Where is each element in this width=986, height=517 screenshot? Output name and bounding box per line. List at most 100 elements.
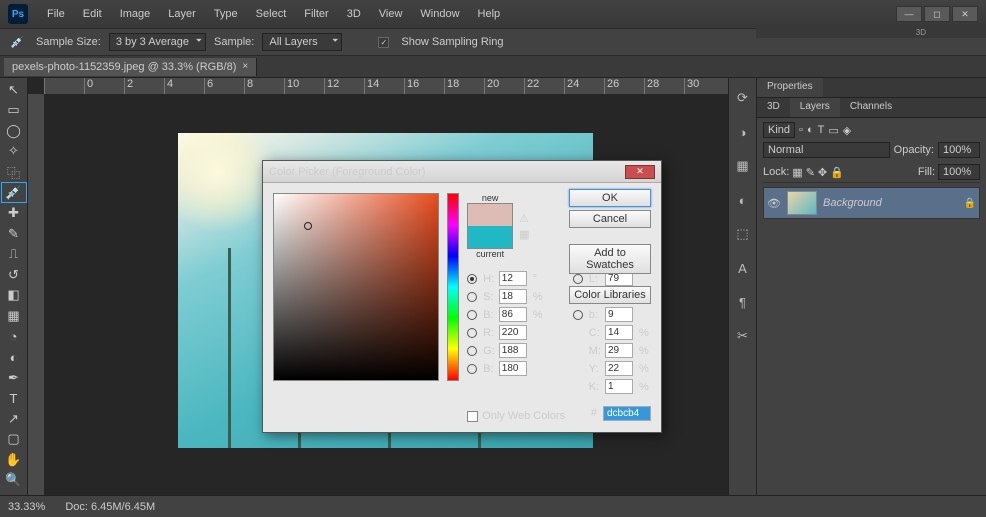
swatches-icon[interactable]: ▦ [733,156,753,176]
k-input[interactable] [605,379,633,394]
scissors-icon[interactable]: ✂ [733,326,753,346]
menu-image[interactable]: Image [111,4,160,24]
show-ring-checkbox[interactable]: ✓ [378,37,389,48]
lock-trans-icon[interactable]: ▦ [792,166,802,179]
m-input[interactable] [605,343,633,358]
color-cursor[interactable] [304,222,312,230]
lock-pos-icon[interactable]: ✥ [818,166,827,179]
history-icon[interactable]: ⟳ [733,88,753,108]
eraser-tool[interactable]: ◧ [2,286,26,306]
menu-help[interactable]: Help [469,4,510,24]
wand-tool[interactable]: ✧ [2,142,26,162]
eyedropper-tool[interactable]: 💉 [2,183,26,203]
minimize-button[interactable]: — [896,6,922,22]
k-label: K: [589,381,601,393]
blur-tool[interactable]: ◔ [2,327,26,347]
y-input[interactable] [605,361,633,376]
tab-3d[interactable]: 3D [757,98,790,117]
color-icon[interactable]: ◑ [733,122,753,142]
menu-window[interactable]: Window [411,4,468,24]
gradient-tool[interactable]: ▦ [2,306,26,326]
history-brush-tool[interactable]: ↺ [2,265,26,285]
type-tool[interactable]: T [2,388,26,408]
shape-tool[interactable]: ▢ [2,430,26,450]
radio-g[interactable] [467,346,477,356]
s-input[interactable] [499,289,527,304]
tab-channels[interactable]: Channels [840,98,902,117]
radio-bb[interactable] [467,364,477,374]
filter-type-icon[interactable]: T [818,124,825,136]
lasso-tool[interactable]: ◯ [2,121,26,141]
dialog-close-button[interactable]: ✕ [625,165,655,179]
adjustments-icon[interactable]: ◐ [733,190,753,210]
hue-slider[interactable] [447,193,460,381]
g-input[interactable] [499,343,527,358]
marquee-tool[interactable]: ▭ [2,101,26,121]
filter-smart-icon[interactable]: ◈ [843,124,851,137]
bv-input[interactable] [499,307,527,322]
zoom-tool[interactable]: 🔍 [2,471,26,491]
maximize-button[interactable]: ◻ [924,6,950,22]
menu-view[interactable]: View [370,4,412,24]
warning-icon[interactable]: ⚠ [519,212,529,225]
move-tool[interactable]: ↖ [2,80,26,100]
pen-tool[interactable]: ✒ [2,368,26,388]
brush-tool[interactable]: ✎ [2,224,26,244]
hand-tool[interactable]: ✋ [2,450,26,470]
h-input[interactable] [499,271,527,286]
lock-pixels-icon[interactable]: ✎ [806,166,815,179]
path-tool[interactable]: ↗ [2,409,26,429]
blend-mode-select[interactable]: Normal [763,142,890,158]
dodge-tool[interactable]: ◐ [2,347,26,367]
r-input[interactable] [499,325,527,340]
tab-layers[interactable]: Layers [790,98,840,117]
radio-b[interactable] [573,310,583,320]
sample-select[interactable]: All Layers [262,33,342,51]
dialog-titlebar[interactable]: Color Picker (Foreground Color) ✕ [263,161,661,183]
close-button[interactable]: ✕ [952,6,978,22]
paragraph-icon[interactable]: ¶ [733,292,753,312]
menu-layer[interactable]: Layer [159,4,205,24]
bb-input[interactable] [499,361,527,376]
stamp-tool[interactable]: ⎍ [2,245,26,265]
filter-adjust-icon[interactable]: ◐ [807,124,814,136]
radio-r[interactable] [467,328,477,338]
close-tab-icon[interactable]: × [242,61,248,72]
menu-select[interactable]: Select [247,4,296,24]
heal-tool[interactable]: ✚ [2,203,26,223]
zoom-level[interactable]: 33.33% [8,501,45,513]
b-input[interactable] [605,307,633,322]
color-libraries-button[interactable]: Color Libraries [569,286,651,304]
menu-filter[interactable]: Filter [295,4,337,24]
visibility-icon[interactable]: 👁 [767,197,781,210]
layer-row-background[interactable]: 👁 Background 🔒 [763,187,980,219]
menu-file[interactable]: File [38,4,74,24]
styles-icon[interactable]: ⬚ [733,224,753,244]
filter-shape-icon[interactable]: ▭ [828,124,838,137]
add-swatches-button[interactable]: Add to Swatches [569,244,651,274]
hex-input[interactable] [603,406,651,421]
character-icon[interactable]: A [733,258,753,278]
web-only-checkbox[interactable] [467,411,478,422]
document-tab[interactable]: pexels-photo-1152359.jpeg @ 33.3% (RGB/8… [4,58,257,76]
menu-type[interactable]: Type [205,4,247,24]
fill-input[interactable]: 100% [938,164,980,180]
lock-all-icon[interactable]: 🔒 [830,166,844,179]
ok-button[interactable]: OK [569,189,651,207]
properties-tab[interactable]: Properties [757,78,823,97]
c-unit: % [639,327,651,339]
cancel-button[interactable]: Cancel [569,210,651,228]
crop-tool[interactable]: ⿻ [2,162,26,182]
radio-bv[interactable] [467,310,477,320]
websafe-icon[interactable]: ▦ [519,228,529,241]
filter-pixel-icon[interactable]: ▫ [799,124,803,136]
c-input[interactable] [605,325,633,340]
saturation-field[interactable] [273,193,439,381]
radio-h[interactable] [467,274,477,284]
radio-s[interactable] [467,292,477,302]
opacity-input[interactable]: 100% [938,142,980,158]
web-only-label: Only Web Colors [482,410,565,422]
sample-size-select[interactable]: 3 by 3 Average [109,33,206,51]
menu-3d[interactable]: 3D [338,4,370,24]
menu-edit[interactable]: Edit [74,4,111,24]
